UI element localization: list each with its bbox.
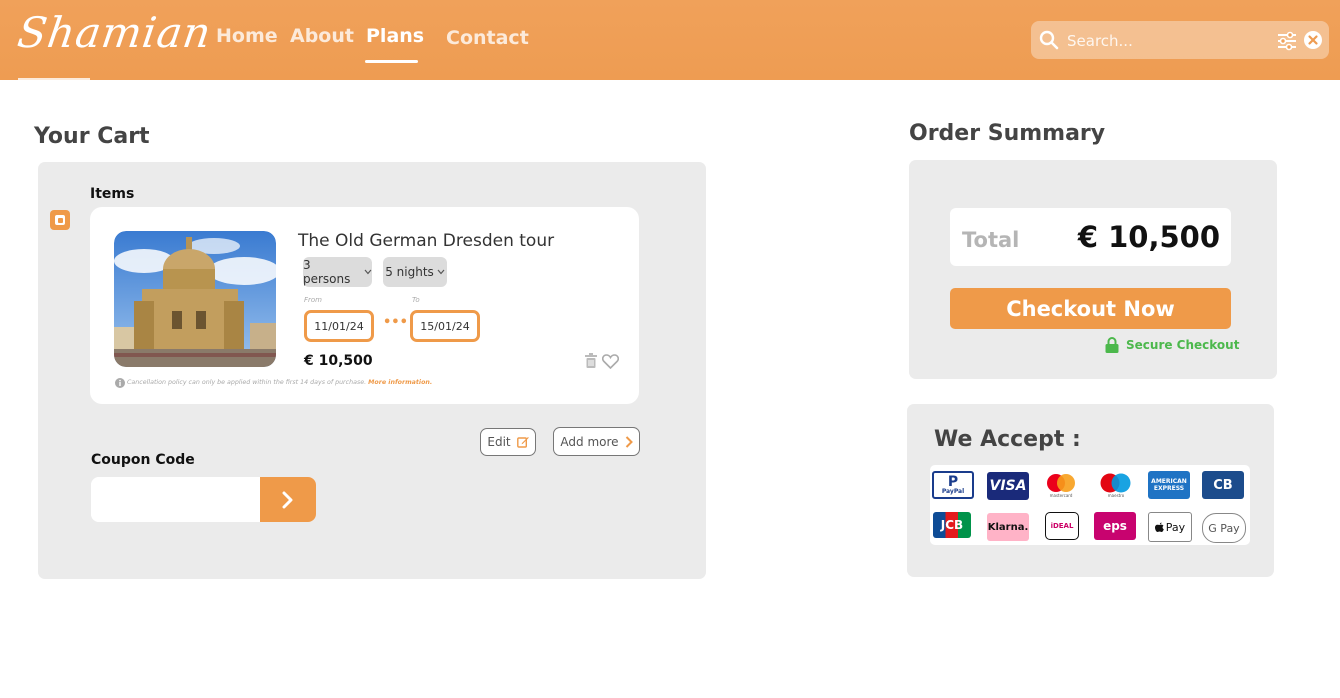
logo-underline <box>18 78 90 80</box>
more-info-link[interactable]: More information. <box>368 379 432 386</box>
apple-pay-text: Pay <box>1165 520 1186 534</box>
search-icon <box>1039 30 1059 50</box>
to-date-field[interactable]: 15/01/24 <box>410 310 480 342</box>
apple-pay-logo: Pay <box>1148 512 1192 542</box>
add-more-label: Add more <box>560 434 619 449</box>
trash-icon[interactable] <box>584 353 598 369</box>
persons-dropdown[interactable]: 3 persons <box>303 257 372 287</box>
add-more-button[interactable]: Add more <box>553 427 640 456</box>
info-icon <box>115 378 125 388</box>
eps-logo: eps <box>1094 512 1136 540</box>
coupon-input[interactable] <box>91 477 260 522</box>
cancellation-policy: Cancellation policy can only be applied … <box>127 379 432 386</box>
checkout-button[interactable]: Checkout Now <box>950 288 1231 329</box>
total-label: Total <box>962 228 1020 252</box>
nav-about[interactable]: About <box>290 25 354 47</box>
jcb-logo: JCB <box>933 512 971 538</box>
secure-checkout-label: Secure Checkout <box>1126 338 1240 352</box>
total-value: € 10,500 <box>1077 220 1220 254</box>
payment-logos: P PayPal VISA mastercard maestro AMERICAN… <box>930 465 1250 545</box>
tour-image[interactable] <box>114 231 276 367</box>
mastercard-logo: mastercard <box>1040 471 1082 499</box>
mastercard-text: mastercard <box>1049 492 1073 498</box>
chevron-right-icon <box>282 491 293 508</box>
nights-value: 5 nights <box>385 265 434 279</box>
persons-value: 3 persons <box>303 258 351 286</box>
coupon-label: Coupon Code <box>91 452 195 468</box>
nav-active-indicator <box>365 60 418 63</box>
cart-item-card: The Old German Dresden tour 3 persons 5 … <box>90 207 639 404</box>
from-date-field[interactable]: 11/01/24 <box>304 310 374 342</box>
we-accept-title: We Accept : <box>934 427 1081 452</box>
items-label: Items <box>90 186 135 202</box>
search-bar[interactable] <box>1031 21 1329 59</box>
nav-home[interactable]: Home <box>216 25 278 47</box>
edit-pencil-icon <box>516 437 529 448</box>
search-input[interactable] <box>1065 29 1269 53</box>
coupon-apply-button[interactable] <box>260 477 316 522</box>
maestro-logo: maestro <box>1095 471 1137 499</box>
item-select-checkbox[interactable] <box>50 210 70 230</box>
policy-text: Cancellation policy can only be applied … <box>127 379 367 386</box>
to-label: To <box>412 296 420 304</box>
clear-search-icon[interactable] <box>1303 30 1323 50</box>
total-box: Total € 10,500 <box>950 208 1231 266</box>
date-range-dots: ••• <box>383 315 408 330</box>
tour-title: The Old German Dresden tour <box>298 231 555 251</box>
secure-checkout: Secure Checkout <box>1105 337 1239 353</box>
cart-title: Your Cart <box>34 124 150 149</box>
item-price: € 10,500 <box>304 353 373 369</box>
coupon-field-group <box>91 477 316 522</box>
google-pay-logo: G Pay <box>1202 513 1246 543</box>
visa-logo: VISA <box>987 472 1029 500</box>
chevron-down-icon <box>364 269 372 275</box>
paypal-logo: P PayPal <box>932 471 974 499</box>
nav-contact[interactable]: Contact <box>446 27 529 49</box>
ideal-logo: iDEAL <box>1045 512 1079 540</box>
nav-plans[interactable]: Plans <box>366 25 424 47</box>
chevron-down-icon <box>437 269 445 275</box>
filter-sliders-icon[interactable] <box>1277 31 1297 51</box>
heart-icon[interactable] <box>602 354 619 369</box>
lock-icon <box>1105 337 1119 353</box>
from-label: From <box>304 296 323 304</box>
maestro-text: maestro <box>1107 492 1125 498</box>
chevron-right-icon <box>625 435 633 448</box>
klarna-logo: Klarna. <box>987 513 1029 541</box>
nights-dropdown[interactable]: 5 nights <box>383 257 447 287</box>
cb-logo: CB <box>1202 471 1244 499</box>
paypal-text: PayPal <box>941 487 965 495</box>
brand-logo[interactable]: Shamian <box>15 8 215 57</box>
amex-logo: AMERICAN EXPRESS <box>1148 471 1190 499</box>
edit-button[interactable]: Edit <box>480 428 536 456</box>
edit-label: Edit <box>487 435 511 449</box>
summary-title: Order Summary <box>909 121 1106 146</box>
